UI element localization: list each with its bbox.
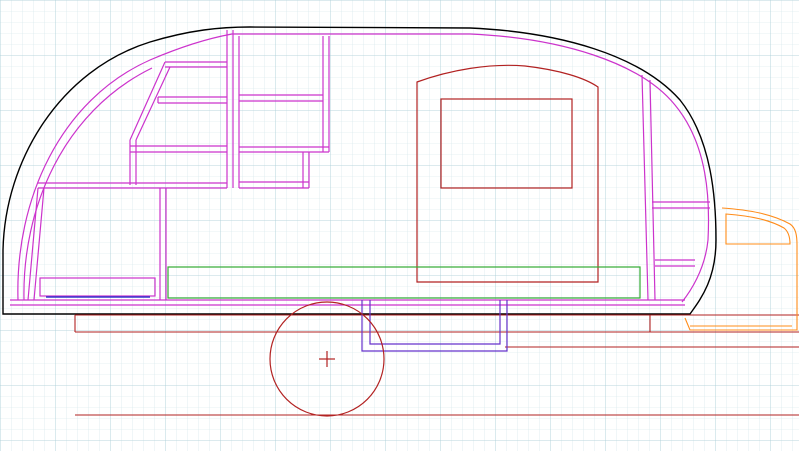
grid-background <box>0 0 799 451</box>
cad-drawing-canvas[interactable] <box>0 0 799 451</box>
